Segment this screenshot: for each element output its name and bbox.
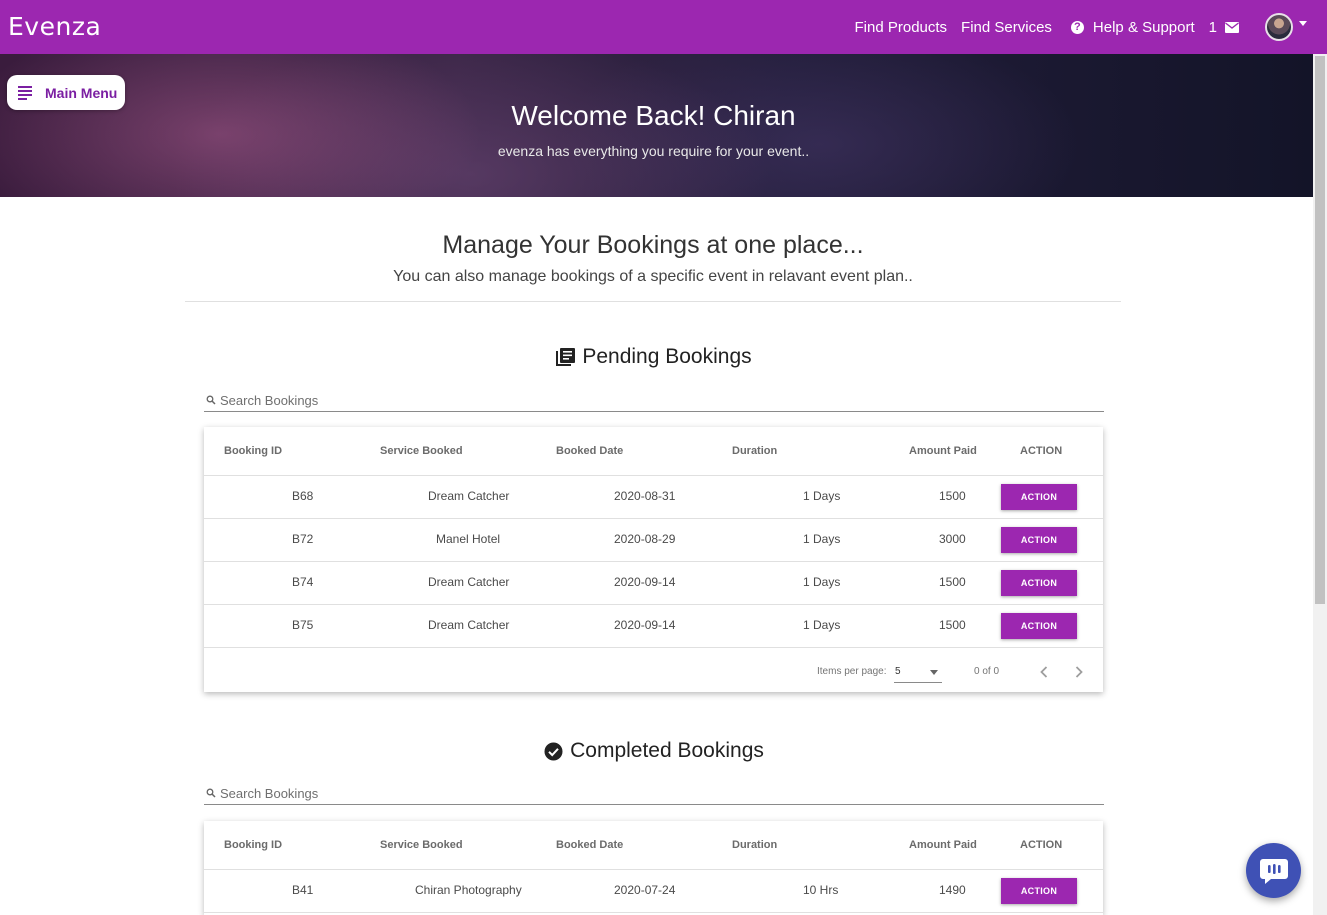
- find-services-link[interactable]: Find Services: [961, 19, 1052, 36]
- action-button[interactable]: ACTION: [1001, 613, 1077, 639]
- col-booking-id[interactable]: Booking ID: [224, 445, 282, 457]
- chevron-right-icon[interactable]: [1069, 662, 1089, 682]
- top-navbar: Evenza Find Products Find Services ? Hel…: [0, 0, 1327, 54]
- booked-date: 2020-09-14: [614, 618, 676, 632]
- service-booked: Dream Catcher: [428, 575, 510, 589]
- col-action: ACTION: [1020, 839, 1063, 851]
- table-row: B68 Dream Catcher 2020-08-31 1 Days 1500…: [204, 476, 1103, 519]
- mail-icon: [1225, 21, 1239, 33]
- col-amount-paid[interactable]: Amount Paid: [909, 445, 977, 457]
- duration: 1 Days: [803, 532, 841, 546]
- action-button[interactable]: ACTION: [1001, 527, 1077, 553]
- amount-paid: 1490: [939, 883, 966, 897]
- completed-search: [204, 782, 1104, 805]
- chevron-down-icon[interactable]: [1299, 20, 1307, 26]
- completed-bookings-label: Completed Bookings: [570, 739, 764, 762]
- col-duration[interactable]: Duration: [732, 839, 777, 851]
- completed-bookings-heading: Completed Bookings: [204, 739, 1104, 763]
- welcome-title: Welcome Back! Chiran: [511, 100, 796, 131]
- action-button[interactable]: ACTION: [1001, 484, 1077, 510]
- hero-banner: Welcome Back! Chiran evenza has everythi…: [0, 54, 1313, 197]
- nav-links: Find Products Find Services ? Help & Sup…: [841, 0, 1307, 54]
- completed-bookings-table: Booking ID Service Booked Booked Date Du…: [204, 821, 1103, 915]
- pending-search: [204, 389, 1104, 412]
- menu-icon: [18, 84, 32, 102]
- library-books-icon: [556, 348, 576, 366]
- search-icon: [206, 395, 216, 405]
- search-icon: [206, 788, 216, 798]
- items-per-page-label: Items per page:: [817, 666, 887, 677]
- booked-date: 2020-08-31: [614, 489, 676, 503]
- booking-id: B74: [292, 575, 314, 589]
- table-row: B72 Manel Hotel 2020-08-29 1 Days 3000 A…: [204, 519, 1103, 562]
- chat-button[interactable]: [1246, 843, 1301, 898]
- col-duration[interactable]: Duration: [732, 445, 777, 457]
- paginator: Items per page: 5 0 of 0: [204, 648, 1103, 696]
- scrollbar-thumb[interactable]: [1315, 56, 1325, 604]
- table-header-row: Booking ID Service Booked Booked Date Du…: [204, 821, 1103, 870]
- messages-link[interactable]: 1: [1209, 19, 1239, 36]
- pending-bookings-label: Pending Bookings: [582, 345, 752, 368]
- table-row: B74 Dream Catcher 2020-09-14 1 Days 1500…: [204, 562, 1103, 605]
- duration: 1 Days: [803, 489, 841, 503]
- service-booked: Dream Catcher: [428, 489, 510, 503]
- welcome-subtitle: evenza has everything you require for yo…: [497, 143, 810, 159]
- main-menu-button[interactable]: Main Menu: [7, 75, 125, 110]
- booking-id: B72: [292, 532, 314, 546]
- help-support-label: Help & Support: [1092, 18, 1195, 36]
- amount-paid: 1500: [939, 575, 966, 589]
- find-products-link[interactable]: Find Products: [855, 19, 948, 36]
- avatar[interactable]: [1265, 13, 1293, 41]
- brand-logo[interactable]: Evenza: [8, 12, 101, 41]
- booked-date: 2020-09-14: [614, 575, 676, 589]
- chat-icon: [1259, 858, 1288, 884]
- duration: 1 Days: [803, 575, 841, 589]
- service-booked: Manel Hotel: [436, 532, 501, 546]
- chevron-down-icon: [930, 670, 938, 675]
- booking-id: B75: [292, 618, 314, 632]
- duration: 10 Hrs: [803, 883, 839, 897]
- col-service-booked[interactable]: Service Booked: [380, 839, 463, 851]
- col-booked-date[interactable]: Booked Date: [556, 445, 623, 457]
- amount-paid: 1500: [939, 618, 966, 632]
- action-button[interactable]: ACTION: [1001, 570, 1077, 596]
- pending-bookings-table: Booking ID Service Booked Booked Date Du…: [204, 427, 1103, 692]
- booked-date: 2020-08-29: [614, 532, 676, 546]
- col-booking-id[interactable]: Booking ID: [224, 839, 282, 851]
- amount-paid: 1500: [939, 489, 966, 503]
- pending-bookings-heading: Pending Bookings: [204, 345, 1104, 369]
- divider: [185, 301, 1121, 302]
- page-scrollbar[interactable]: [1313, 54, 1327, 915]
- amount-paid: 3000: [939, 532, 966, 546]
- mail-count: 1: [1208, 18, 1217, 36]
- booking-id: B41: [292, 883, 314, 897]
- service-booked: Dream Catcher: [428, 618, 510, 632]
- manage-bookings-subtitle: You can also manage bookings of a specif…: [393, 268, 913, 285]
- col-booked-date[interactable]: Booked Date: [556, 839, 623, 851]
- booking-id: B68: [292, 489, 314, 503]
- booked-date: 2020-07-24: [614, 883, 676, 897]
- col-amount-paid[interactable]: Amount Paid: [909, 839, 977, 851]
- col-action: ACTION: [1020, 445, 1063, 457]
- items-per-page-select[interactable]: 5: [894, 662, 942, 683]
- help-circle-icon: ?: [1070, 20, 1084, 34]
- duration: 1 Days: [803, 618, 841, 632]
- table-row: B41 Chiran Photography 2020-07-24 10 Hrs…: [204, 870, 1103, 913]
- table-row: B75 Dream Catcher 2020-09-14 1 Days 1500…: [204, 605, 1103, 648]
- page-range-label: 0 of 0: [974, 666, 1000, 677]
- main-menu-label: Main Menu: [45, 84, 118, 101]
- check-circle-icon: [544, 742, 563, 760]
- chevron-left-icon[interactable]: [1034, 662, 1054, 682]
- items-per-page-value: 5: [895, 666, 901, 677]
- service-booked: Chiran Photography: [415, 883, 522, 897]
- col-service-booked[interactable]: Service Booked: [380, 445, 463, 457]
- table-header-row: Booking ID Service Booked Booked Date Du…: [204, 427, 1103, 476]
- manage-bookings-title: Manage Your Bookings at one place...: [442, 231, 864, 259]
- help-support-link[interactable]: ? Help & Support: [1070, 18, 1195, 36]
- action-button[interactable]: ACTION: [1001, 878, 1077, 904]
- completed-search-input[interactable]: [216, 785, 1080, 801]
- pending-search-input[interactable]: [216, 392, 1080, 408]
